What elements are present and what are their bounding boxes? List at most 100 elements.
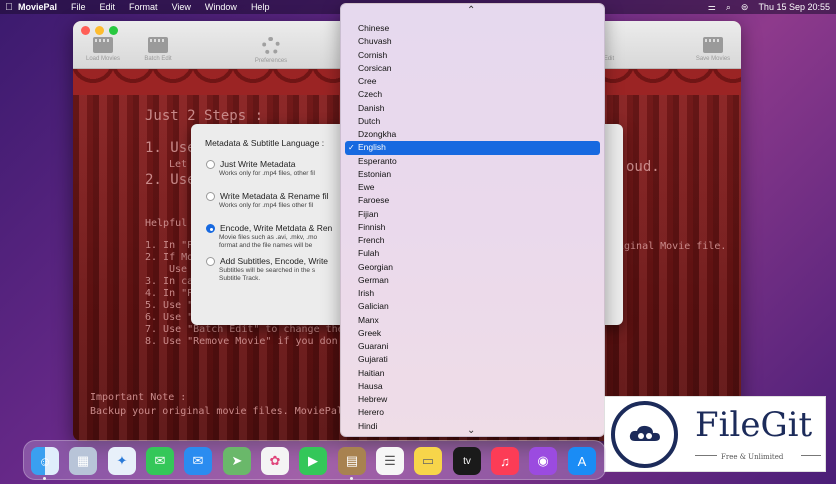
language-item[interactable]: ✓ English bbox=[345, 141, 600, 155]
language-item[interactable]: Estonian bbox=[341, 168, 604, 181]
menu-file[interactable]: File bbox=[71, 2, 86, 12]
radio-button[interactable] bbox=[206, 257, 215, 266]
language-label: Galician bbox=[358, 301, 389, 312]
language-item[interactable]: Corsican bbox=[341, 62, 604, 75]
language-label: Cornish bbox=[358, 49, 388, 60]
language-label: Ewe bbox=[358, 182, 375, 192]
status-area: ⚌ ⌕ ⊜ Thu 15 Sep 20:55 bbox=[708, 0, 830, 14]
load-movies-label: Load Movies bbox=[85, 56, 121, 62]
language-item[interactable]: Galician bbox=[341, 300, 604, 313]
language-item[interactable]: Ewe bbox=[341, 181, 604, 194]
clock[interactable]: Thu 15 Sep 20:55 bbox=[758, 2, 830, 12]
language-label: Hindi bbox=[358, 420, 378, 431]
photos-icon[interactable]: ✿ bbox=[261, 447, 289, 475]
messages-icon[interactable]: ✉ bbox=[146, 447, 174, 475]
language-item[interactable]: Haitian bbox=[341, 367, 604, 380]
clapper-icon bbox=[703, 37, 723, 53]
menu-window[interactable]: Window bbox=[205, 2, 237, 12]
podcasts-icon[interactable]: ◉ bbox=[529, 447, 557, 475]
appletv-icon[interactable]: tv bbox=[453, 447, 481, 475]
appletv-label: tv bbox=[463, 455, 471, 467]
language-item[interactable]: Chuvash bbox=[341, 35, 604, 48]
safari-icon[interactable]: ✦ bbox=[108, 447, 136, 475]
load-movies-button[interactable]: Load Movies bbox=[73, 37, 133, 62]
filegit-watermark: FileGit Free & Unlimited bbox=[604, 396, 826, 472]
menu-app-name[interactable]: MoviePal bbox=[18, 2, 57, 12]
note-title: Important Note : bbox=[90, 392, 187, 403]
preferences-label: Preferences bbox=[254, 58, 288, 64]
running-indicator bbox=[43, 477, 46, 480]
search-icon[interactable]: ⌕ bbox=[726, 2, 731, 13]
edit-label: Edit bbox=[603, 56, 615, 62]
batch-edit-label: Batch Edit bbox=[144, 56, 172, 62]
language-item[interactable]: Georgian bbox=[341, 261, 604, 274]
radio-button[interactable] bbox=[206, 192, 215, 201]
notes-icon[interactable]: ▭ bbox=[414, 447, 442, 475]
language-item[interactable]: Cree bbox=[341, 75, 604, 88]
language-item[interactable]: Faroese bbox=[341, 194, 604, 207]
radio-button[interactable] bbox=[206, 160, 215, 169]
checkmark-icon: ✓ bbox=[348, 143, 355, 153]
language-item[interactable]: Cornish bbox=[341, 49, 604, 62]
language-item[interactable]: Hebrew bbox=[341, 393, 604, 406]
language-label: Danish bbox=[358, 102, 385, 113]
help-line: Use bbox=[169, 264, 188, 275]
language-label: Greek bbox=[358, 327, 382, 338]
finder-icon[interactable]: ☺ bbox=[31, 447, 59, 475]
minimize-button[interactable] bbox=[95, 26, 104, 35]
appstore-icon[interactable]: A bbox=[568, 447, 596, 475]
radio-button-selected[interactable] bbox=[206, 224, 215, 233]
window-controls bbox=[81, 26, 118, 35]
facetime-icon[interactable]: ▶ bbox=[299, 447, 327, 475]
language-item[interactable]: Chinese bbox=[341, 22, 604, 35]
control-center-icon[interactable]: ⊜ bbox=[741, 2, 749, 13]
language-item[interactable]: Gujarati bbox=[341, 353, 604, 366]
scroll-down-icon[interactable]: ⌄ bbox=[467, 425, 475, 436]
language-popup-menu[interactable]: ⌃ Chinese Chuvash Cornish Corsican Cree Czech… bbox=[340, 3, 605, 437]
reminders-icon[interactable]: ☰ bbox=[376, 447, 404, 475]
gear-icon bbox=[262, 37, 280, 55]
menu-view[interactable]: View bbox=[172, 2, 191, 12]
moviepal-icon[interactable]: ▤ bbox=[338, 447, 366, 475]
divider bbox=[801, 455, 821, 456]
menu-edit[interactable]: Edit bbox=[100, 2, 116, 12]
music-icon[interactable]: ♫ bbox=[491, 447, 519, 475]
language-label: Fulah bbox=[358, 248, 380, 259]
language-item[interactable]: Esperanto bbox=[341, 155, 604, 168]
language-item[interactable]: Guarani bbox=[341, 340, 604, 353]
mail-icon[interactable]: ✉ bbox=[184, 447, 212, 475]
language-label: Chuvash bbox=[358, 36, 392, 47]
save-movies-button[interactable]: Save Movies bbox=[683, 37, 741, 62]
maps-icon[interactable]: ➤ bbox=[223, 447, 251, 475]
language-label: Esperanto bbox=[358, 155, 397, 166]
option-title: Add Subtitles, Encode, Write bbox=[220, 256, 329, 266]
language-item[interactable]: German bbox=[341, 274, 604, 287]
zoom-button[interactable] bbox=[109, 26, 118, 35]
batch-edit-button[interactable]: Batch Edit bbox=[128, 37, 188, 62]
help-line: 7. Use "Batch Edit" to change the Gen bbox=[145, 324, 368, 335]
scroll-up-icon[interactable]: ⌃ bbox=[467, 5, 475, 16]
launchpad-icon[interactable]: ▦ bbox=[69, 447, 97, 475]
menu-help[interactable]: Help bbox=[251, 2, 270, 12]
divider bbox=[695, 455, 717, 456]
language-item[interactable]: Fijian bbox=[341, 208, 604, 221]
language-label: Faroese bbox=[358, 195, 390, 206]
close-button[interactable] bbox=[81, 26, 90, 35]
language-label: Manx bbox=[358, 314, 379, 325]
language-item[interactable]: Dzongkha bbox=[341, 128, 604, 141]
language-item[interactable]: Finnish bbox=[341, 221, 604, 234]
language-item[interactable]: Manx bbox=[341, 314, 604, 327]
language-item[interactable]: Danish bbox=[341, 102, 604, 115]
language-item[interactable]: Dutch bbox=[341, 115, 604, 128]
language-item[interactable]: Hausa bbox=[341, 380, 604, 393]
preferences-button[interactable]: Preferences bbox=[241, 37, 301, 64]
language-item[interactable]: Herero bbox=[341, 406, 604, 419]
control-icon[interactable]: ⚌ bbox=[708, 2, 716, 13]
language-item[interactable]: French bbox=[341, 234, 604, 247]
apple-icon[interactable]:  bbox=[0, 2, 18, 13]
language-item[interactable]: Fulah bbox=[341, 247, 604, 260]
language-item[interactable]: Czech bbox=[341, 88, 604, 101]
language-item[interactable]: Greek bbox=[341, 327, 604, 340]
language-item[interactable]: Irish bbox=[341, 287, 604, 300]
menu-format[interactable]: Format bbox=[129, 2, 158, 12]
